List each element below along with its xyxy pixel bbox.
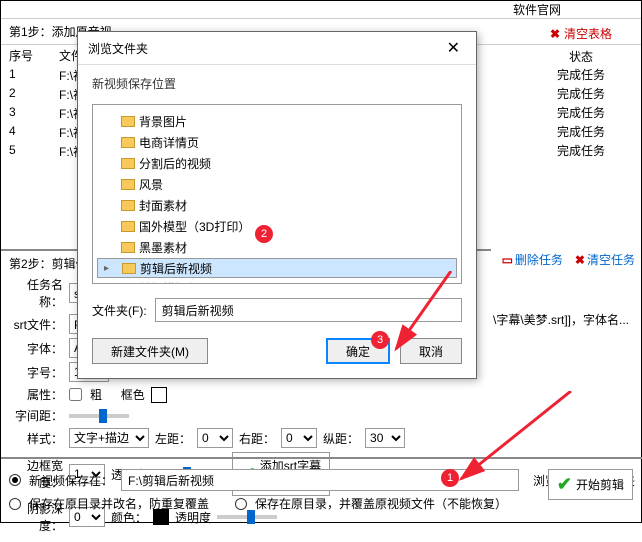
tree-item[interactable]: ▸ 剪辑后新视频 [97,258,457,278]
cell-seq: 5 [9,143,39,160]
srt-path-note: \字幕\美梦.srt]]，字体名... [493,311,629,328]
bold-checkbox[interactable] [69,388,82,401]
status-item: 完成任务 [531,65,631,84]
right-label: 右距： [239,430,275,447]
dialog-subtitle: 新视频保存位置 [78,65,476,96]
save-to-radio[interactable] [9,474,21,486]
status-item: 完成任务 [531,141,631,160]
tree-item[interactable]: 剪辑模板包 [97,278,457,284]
status-item: 完成任务 [531,122,631,141]
overwrite-radio[interactable] [235,498,247,510]
border-color-swatch[interactable] [151,387,167,403]
folder-icon [121,283,135,284]
col-header-seq: 序号 [9,47,39,64]
tree-item[interactable]: 国外模型（3D打印） [97,216,457,237]
tree-item-label: 国外模型（3D打印） [139,218,250,235]
tree-item[interactable]: 背景图片 [97,111,457,132]
status-item: 完成任务 [531,84,631,103]
close-icon: ✖ [575,253,585,267]
dialog-close-button[interactable]: ✕ [441,38,466,58]
spacing-slider[interactable] [69,414,129,418]
tree-item[interactable]: 分割后的视频 [97,153,457,174]
keep-original-radio[interactable] [9,498,21,510]
attr-label: 属性： [9,386,63,403]
bold-label: 粗 [90,386,102,403]
folder-icon [121,158,135,169]
clear-task-link[interactable]: ✖清空任务 [575,251,635,268]
start-edit-button[interactable]: ✔开始剪辑 [548,469,633,500]
vert-select[interactable]: 30 [365,428,405,448]
browse-folder-dialog: 浏览文件夹 ✕ 新视频保存位置 背景图片电商详情页分割后的视频风景封面素材国外模… [77,31,477,379]
annotation-1: 1 [441,469,459,487]
folder-icon [121,221,135,232]
left-label: 左距： [155,430,191,447]
status-header: 状态 [531,48,631,65]
tree-item-label: 剪辑模板包 [139,280,199,284]
clear-table-link[interactable]: ✖清空表格 [531,25,631,42]
folder-field-label: 文件夹(F): [92,302,147,319]
new-folder-button[interactable]: 新建文件夹(M) [92,338,208,364]
keep-original-label: 保存在原目录并改名，防重复覆盖 [29,495,209,512]
style-select[interactable]: 文字+描边 [69,428,149,448]
annotation-3: 3 [371,331,389,349]
cell-seq: 3 [9,105,39,122]
tree-item-label: 风景 [139,176,163,193]
tree-item[interactable]: 封面素材 [97,195,457,216]
tree-item[interactable]: 电商详情页 [97,132,457,153]
dialog-title: 浏览文件夹 [88,40,148,57]
left-select[interactable]: 0 [197,428,233,448]
vert-label: 纵距： [323,430,359,447]
folder-icon [122,263,136,274]
border-color-label: 框色 [121,386,145,403]
check-icon: ✔ [557,474,572,495]
folder-icon [121,242,135,253]
save-path-input[interactable] [121,469,519,491]
style-label: 样式： [9,430,63,447]
delete-task-link[interactable]: ▭删除任务 [502,251,563,268]
cell-seq: 2 [9,86,39,103]
tree-item-label: 分割后的视频 [139,155,211,172]
save-to-label: 新视频保存在： [29,472,113,489]
spacing-label: 字间距： [9,407,63,424]
size-label: 字号： [9,364,63,381]
close-icon: ✖ [550,27,560,41]
font-label: 字体： [9,340,63,357]
folder-icon [121,116,135,127]
tree-item-label: 黑墨素材 [139,239,187,256]
annotation-2: 2 [255,225,273,243]
tree-item-label: 电商详情页 [139,134,199,151]
cell-seq: 4 [9,124,39,141]
tree-item[interactable]: 黑墨素材 [97,237,457,258]
cancel-button[interactable]: 取消 [400,338,462,364]
overwrite-label: 保存在原目录，并覆盖原视频文件（不能恢复） [255,495,507,512]
tree-item-label: 封面素材 [139,197,187,214]
tree-item[interactable]: 风景 [97,174,457,195]
right-select[interactable]: 0 [281,428,317,448]
minus-icon: ▭ [502,253,513,267]
srt-file-label: srt文件： [9,316,63,333]
task-name-label: 任务名称： [9,276,63,310]
tree-item-label: 剪辑后新视频 [140,260,212,277]
chevron-right-icon[interactable]: ▸ [104,263,109,274]
folder-icon [121,137,135,148]
folder-icon [121,200,135,211]
status-item: 完成任务 [531,103,631,122]
tree-item-label: 背景图片 [139,113,187,130]
folder-name-input[interactable] [155,298,462,322]
folder-tree[interactable]: 背景图片电商详情页分割后的视频风景封面素材国外模型（3D打印） 黑墨素材 ▸ 剪辑后新… [92,104,462,284]
software-site-link[interactable]: 软件官网 [513,3,561,17]
folder-icon [121,179,135,190]
cell-seq: 1 [9,67,39,84]
